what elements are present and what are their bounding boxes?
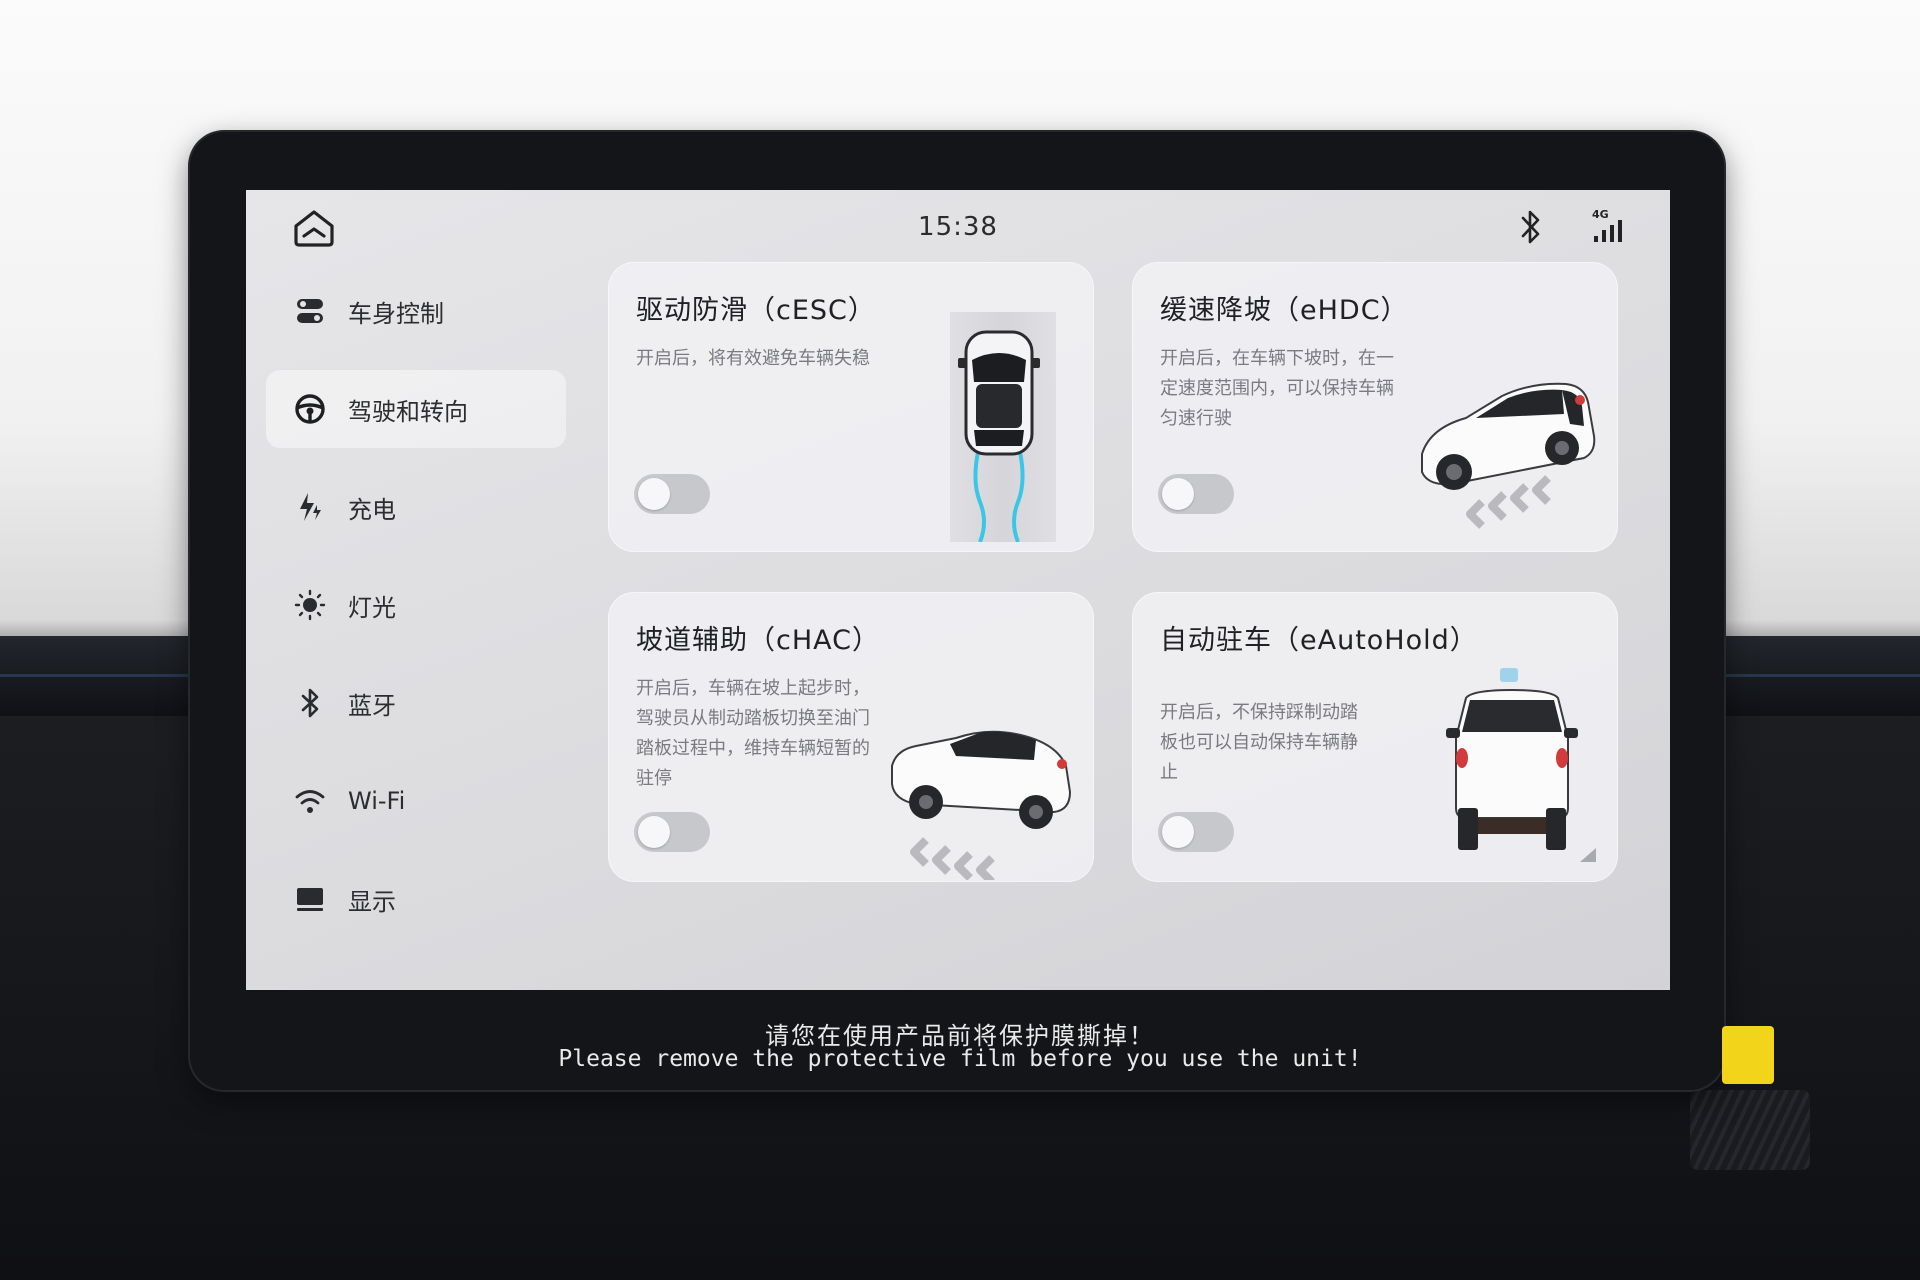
card-description-line: 板也可以自动保持车辆静	[1160, 732, 1358, 753]
card-description-line: 止	[1160, 762, 1178, 783]
card-description-line: 匀速行驶	[1160, 408, 1232, 429]
sidebar-item-label: 驾驶和转向	[348, 397, 468, 426]
clock: 15:38	[918, 212, 998, 242]
card-description: 开启后，车辆在坡上起步时， 驾驶员从制动踏板切换至油门 踏板过程中，维持车辆短暂…	[636, 674, 870, 794]
card-description-line: 驾驶员从制动踏板切换至油门	[636, 708, 870, 729]
signal-4g-icon: 4G	[1590, 208, 1630, 246]
ehdc-toggle[interactable]	[1158, 474, 1234, 514]
card-description: 开启后，不保持踩制动踏 板也可以自动保持车辆静 止	[1160, 698, 1358, 788]
card-description-line: 开启后，不保持踩制动踏	[1160, 702, 1358, 723]
steering-wheel-icon	[292, 391, 328, 427]
sidebar-item-label: 显示	[348, 887, 396, 916]
card-title: 缓速降坡（eHDC）	[1160, 295, 1409, 326]
card-title: 驱动防滑（cESC）	[636, 295, 876, 326]
sidebar-item-wifi[interactable]: Wi-Fi	[266, 762, 566, 840]
light-icon	[292, 587, 328, 623]
toggle-knob	[638, 816, 670, 848]
sidebar-item-bluetooth[interactable]: 蓝牙	[266, 664, 566, 742]
body-control-icon	[292, 293, 328, 329]
card-description-line: 踏板过程中，维持车辆短暂的	[636, 738, 870, 759]
card-description: 开启后，将有效避免车辆失稳	[636, 344, 870, 374]
infotainment-screen: 15:38 4G 车身控制 驾驶和转向 充电 灯光 蓝牙 Wi-Fi 显示 驱动…	[246, 190, 1670, 990]
sidebar-item-driving-steering[interactable]: 驾驶和转向	[266, 370, 566, 448]
card-title: 坡道辅助（cHAC）	[636, 625, 880, 656]
sidebar-item-label: 灯光	[348, 593, 396, 622]
status-bar: 15:38 4G	[246, 190, 1670, 262]
film-pull-tab[interactable]	[1722, 1026, 1774, 1084]
car-rear-view-illustration	[1432, 668, 1592, 872]
sidebar-item-label: Wi-Fi	[348, 787, 406, 815]
card-description-line: 开启后，在车辆下坡时，在一	[1160, 348, 1394, 369]
card-description-line: 驻停	[636, 768, 672, 789]
toggle-knob	[638, 478, 670, 510]
card-description-line: 开启后，将有效避免车辆失稳	[636, 348, 870, 369]
card-cesc: 驱动防滑（cESC） 开启后，将有效避免车辆失稳	[608, 262, 1094, 552]
bluetooth-icon	[292, 685, 328, 721]
cesc-toggle[interactable]	[634, 474, 710, 514]
protective-film-notice-en: Please remove the protective film before…	[558, 1046, 1362, 1072]
eautohold-toggle[interactable]	[1158, 812, 1234, 852]
settings-sidebar: 车身控制 驾驶和转向 充电 灯光 蓝牙 Wi-Fi 显示	[266, 272, 566, 958]
car-uphill-illustration	[886, 720, 1086, 882]
sidebar-item-label: 充电	[348, 495, 396, 524]
sidebar-item-label: 蓝牙	[348, 691, 396, 720]
sidebar-item-label: 车身控制	[348, 299, 444, 328]
sidebar-item-light[interactable]: 灯光	[266, 566, 566, 644]
charging-icon	[292, 489, 328, 525]
card-title: 自动驻车（eAutoHold）	[1160, 625, 1478, 656]
card-description: 开启后，在车辆下坡时，在一 定速度范围内，可以保持车辆 匀速行驶	[1160, 344, 1394, 434]
chac-toggle[interactable]	[634, 812, 710, 852]
toggle-knob	[1162, 478, 1194, 510]
car-downhill-illustration	[1412, 362, 1612, 536]
card-description-line: 定速度范围内，可以保持车辆	[1160, 378, 1394, 399]
air-vent	[1690, 1090, 1810, 1170]
toggle-knob	[1162, 816, 1194, 848]
card-description-line: 开启后，车辆在坡上起步时，	[636, 678, 870, 699]
card-eautohold: 自动驻车（eAutoHold） 开启后，不保持踩制动踏 板也可以自动保持车辆静 …	[1132, 592, 1618, 882]
wifi-icon	[292, 783, 328, 819]
sidebar-item-display[interactable]: 显示	[266, 860, 566, 938]
sidebar-item-charging[interactable]: 充电	[266, 468, 566, 546]
resize-corner-icon	[1578, 846, 1598, 868]
card-ehdc: 缓速降坡（eHDC） 开启后，在车辆下坡时，在一 定速度范围内，可以保持车辆 匀…	[1132, 262, 1618, 552]
card-chac: 坡道辅助（cHAC） 开启后，车辆在坡上起步时， 驾驶员从制动踏板切换至油门 踏…	[608, 592, 1094, 882]
display-icon	[292, 881, 328, 917]
sidebar-item-body-control[interactable]: 车身控制	[266, 272, 566, 350]
bluetooth-icon	[1516, 208, 1546, 246]
car-top-view-illustration	[938, 312, 1068, 546]
